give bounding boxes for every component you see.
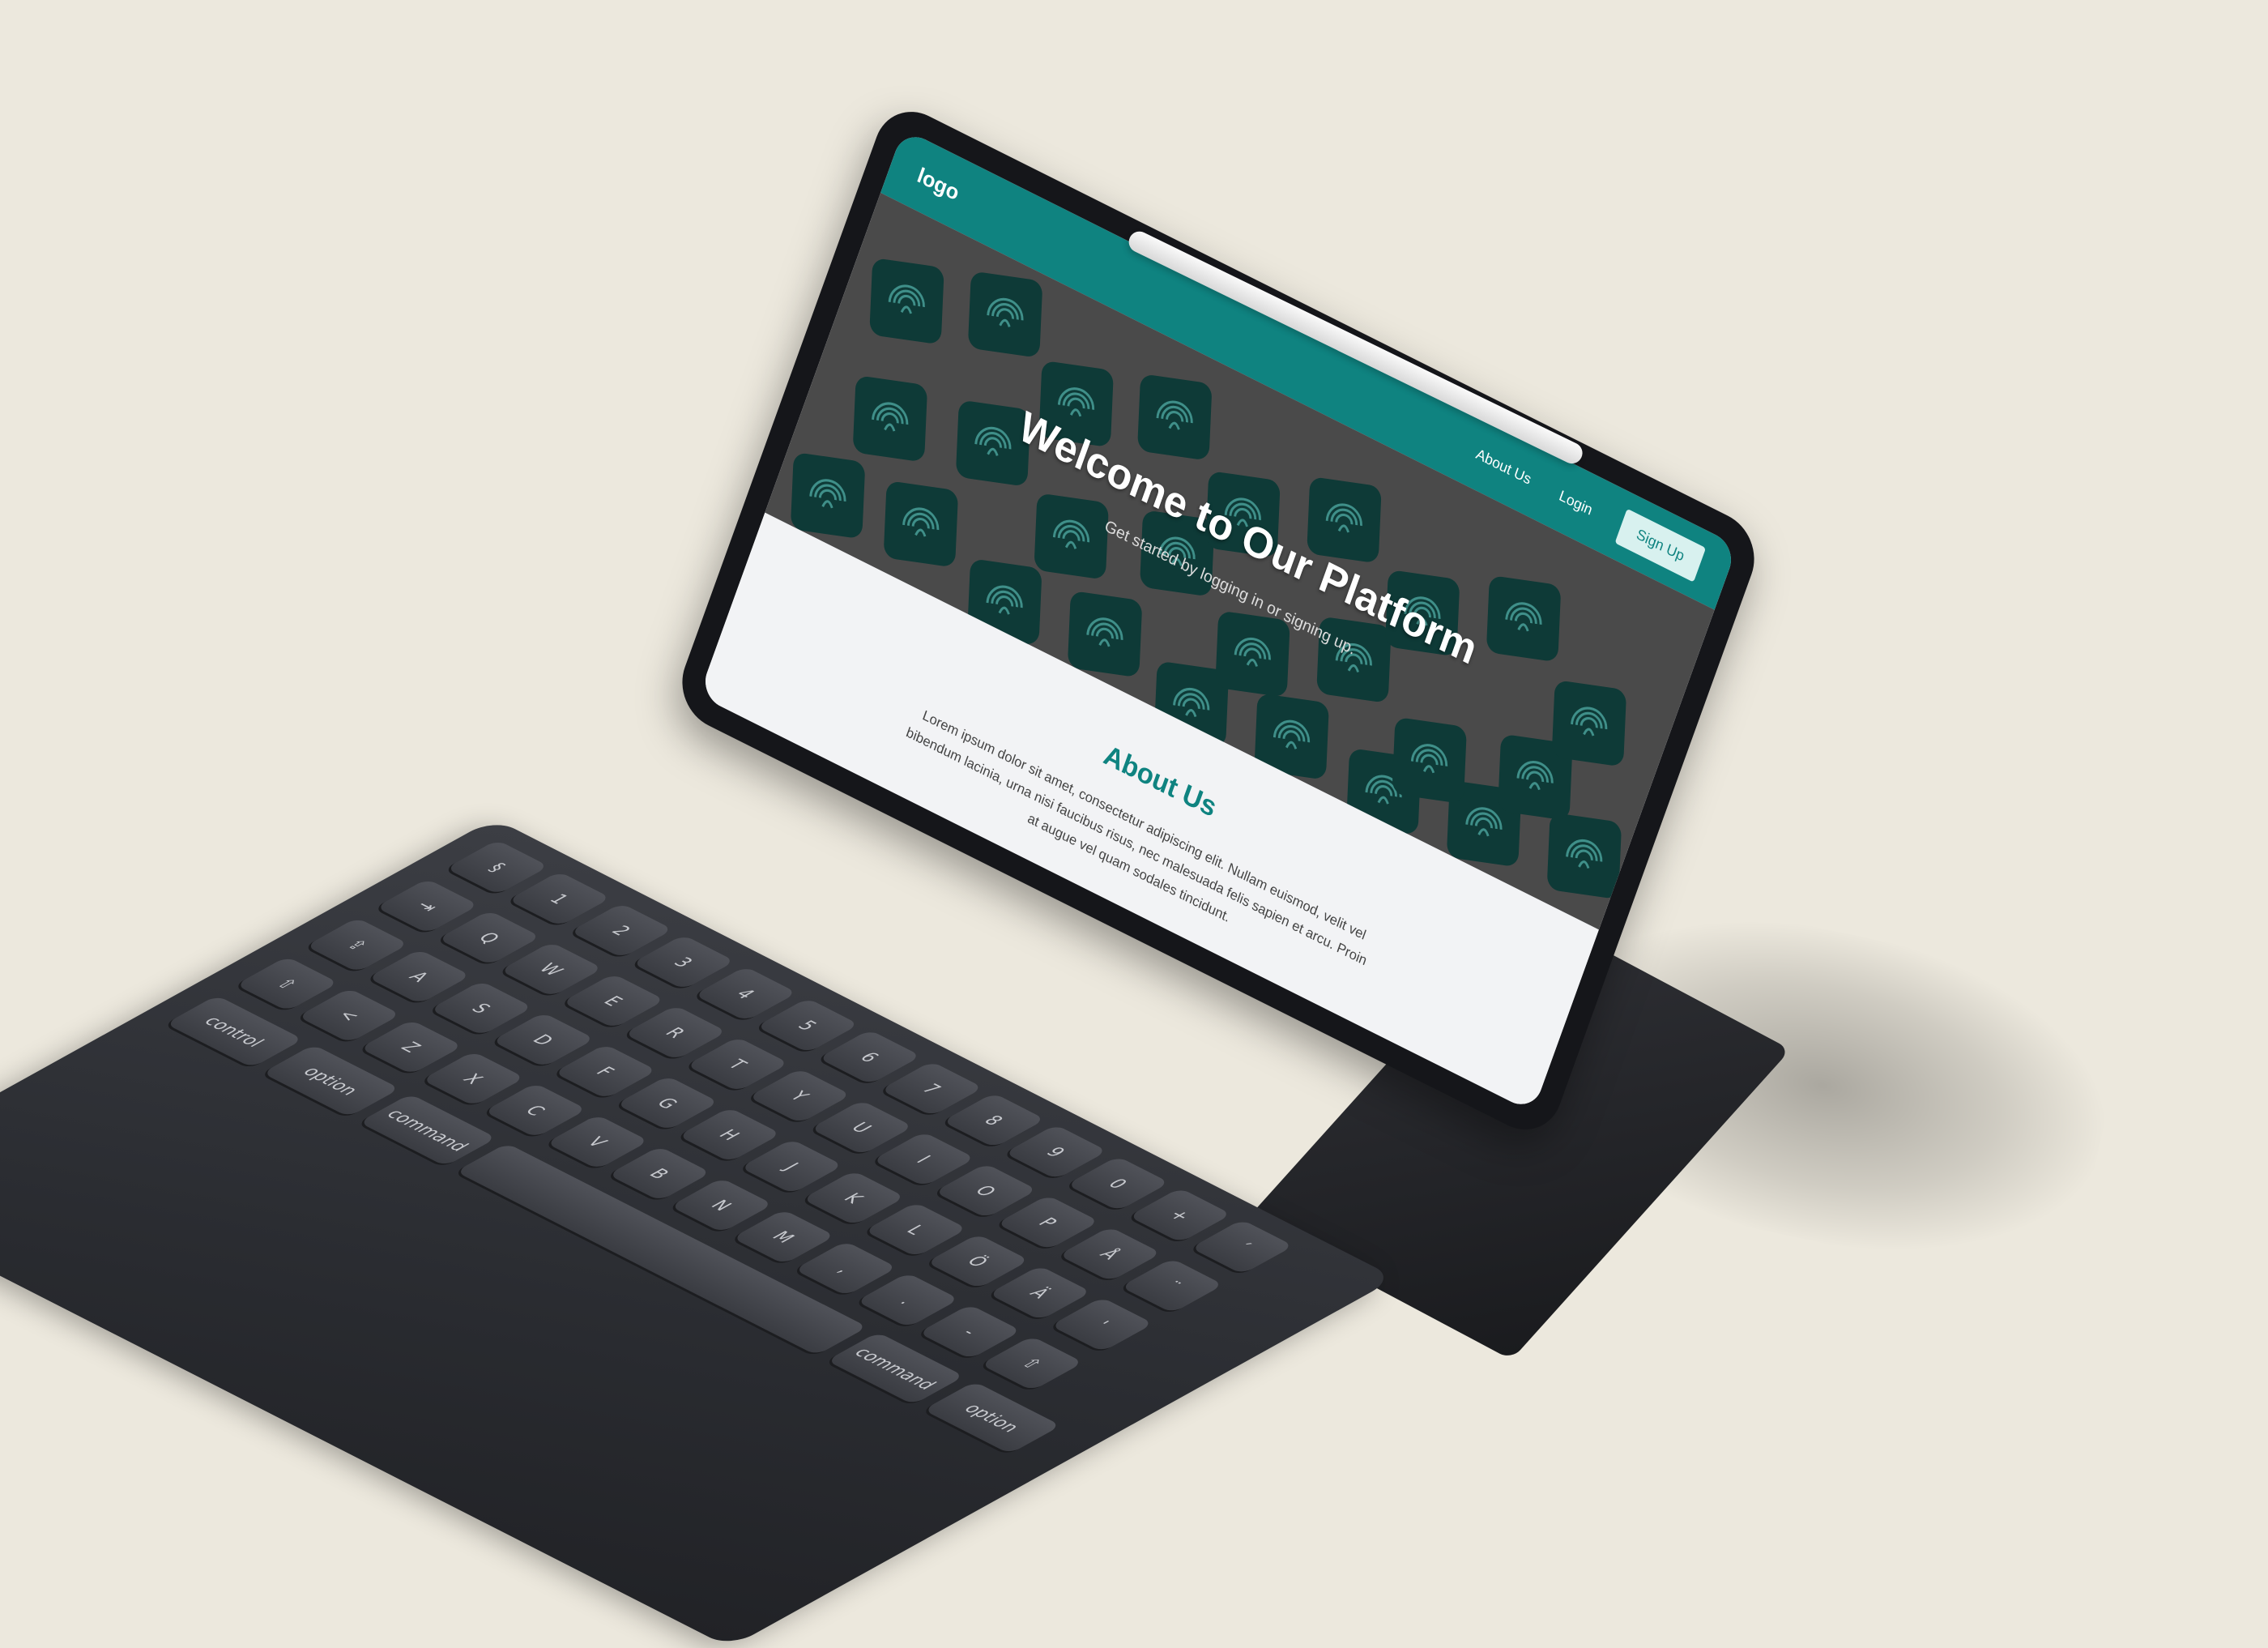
fingerprint-tile <box>1546 812 1622 900</box>
fingerprint-icon <box>1505 602 1542 632</box>
fingerprint-icon <box>986 585 1023 615</box>
nav-link-login[interactable]: Login <box>1557 487 1594 519</box>
fingerprint-icon <box>1566 839 1603 869</box>
fingerprint-tile <box>967 271 1043 358</box>
fingerprint-icon <box>1156 400 1193 430</box>
fingerprint-icon <box>888 284 925 314</box>
fingerprint-tile <box>1136 374 1213 461</box>
fingerprint-icon <box>1273 719 1311 749</box>
fingerprint-tile <box>790 451 866 540</box>
fingerprint-tile <box>1392 716 1467 805</box>
fingerprint-icon <box>987 297 1024 327</box>
device-mockup-scene: § 1 2 3 4 5 6 7 8 9 0 + ´ ⇥ Q W E R T Y U I O P Å ¨ ⇪ A S D F G H J K L Ö Ä ' ⇧… <box>0 0 2268 1648</box>
fingerprint-icon <box>809 479 846 509</box>
logo[interactable]: logo <box>914 162 963 206</box>
fingerprint-icon <box>1086 617 1123 647</box>
fingerprint-icon <box>1410 744 1448 774</box>
fingerprint-icon <box>1325 503 1362 533</box>
fingerprint-icon <box>902 507 940 537</box>
fingerprint-icon <box>1234 637 1271 667</box>
nav-link-about[interactable]: About Us <box>1474 445 1533 488</box>
fingerprint-tile <box>883 480 959 568</box>
fingerprint-tile <box>1067 590 1143 678</box>
tablet-frame: logo About Us Login Sign Up Welcome to O… <box>671 97 1766 1144</box>
